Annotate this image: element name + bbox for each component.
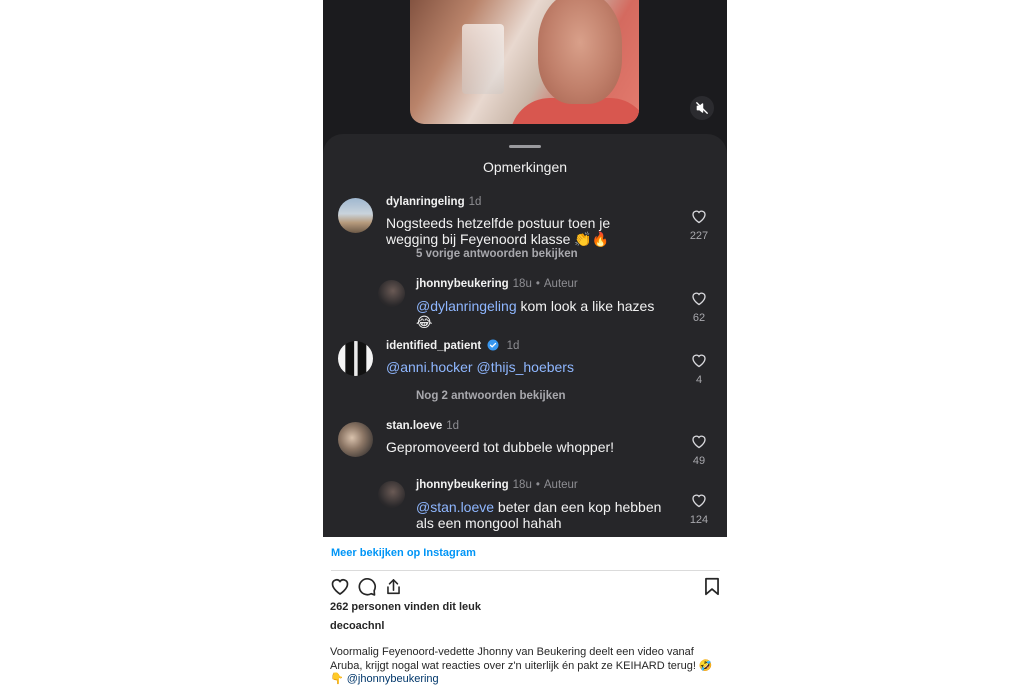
comment-username[interactable]: jhonnybeukering 18u • Auteur [416, 278, 578, 290]
drag-handle[interactable] [509, 145, 541, 148]
avatar[interactable] [338, 341, 373, 376]
view-replies-link[interactable]: 5 vorige antwoorden bekijken [416, 248, 578, 260]
comment-username[interactable]: jhonnybeukering 18u • Auteur [416, 479, 578, 491]
comment-text: @anni.hocker @thijs_hoebers [386, 359, 646, 375]
heart-icon[interactable] [691, 209, 707, 224]
comment-like[interactable]: 227 [684, 209, 714, 242]
comment-time: 18u [512, 479, 532, 491]
author-badge: Auteur [543, 479, 578, 491]
action-bar [330, 577, 722, 597]
share-icon[interactable] [384, 577, 403, 597]
comment-text: @stan.loeve beter dan een kop hebben als … [416, 499, 662, 531]
comment-username[interactable]: identified_patient 1d [386, 339, 519, 352]
comment-username[interactable]: dylanringeling 1d [386, 196, 481, 208]
post-author[interactable]: decoachnl [330, 620, 384, 632]
heart-icon[interactable] [691, 291, 707, 306]
caption-mention[interactable]: @jhonnybeukering [347, 673, 439, 685]
comment-text: @dylanringeling kom look a like hazes 😂 [416, 298, 655, 330]
face-figure [538, 0, 622, 104]
like-count: 227 [689, 230, 709, 242]
mention-link[interactable]: @dylanringeling [416, 298, 517, 314]
divider [331, 570, 720, 571]
heart-icon[interactable] [691, 434, 707, 449]
post-caption: Voormalig Feyenoord-vedette Jhonny van B… [330, 646, 713, 685]
like-count: 4 [695, 374, 703, 386]
comment-like[interactable]: 124 [684, 493, 714, 526]
mention-link[interactable]: @anni.hocker @thijs_hoebers [386, 359, 574, 375]
comment-like[interactable]: 62 [684, 291, 714, 324]
heart-icon[interactable] [691, 353, 707, 368]
author-badge: Auteur [543, 278, 578, 290]
avatar[interactable] [338, 422, 373, 457]
avatar[interactable] [378, 280, 405, 307]
comment-time: 1d [468, 196, 482, 208]
view-replies-link[interactable]: Nog 2 antwoorden bekijken [416, 390, 566, 402]
comments-sheet: Opmerkingen dylanringeling 1d Nogsteeds h… [323, 134, 727, 537]
comment-icon[interactable] [357, 577, 377, 597]
comment-text: Gepromoveerd tot dubbele whopper! [386, 439, 615, 455]
comment-time: 1d [446, 420, 460, 432]
view-on-instagram-link[interactable]: Meer bekijken op Instagram [331, 547, 476, 559]
sheet-title: Opmerkingen [482, 159, 568, 175]
heart-icon[interactable] [330, 577, 350, 596]
avatar[interactable] [338, 198, 373, 233]
like-count: 62 [692, 312, 706, 324]
video-preview[interactable] [410, 0, 639, 124]
likes-count[interactable]: 262 personen vinden dit leuk [330, 601, 481, 613]
like-count: 49 [692, 455, 706, 467]
verified-icon [487, 339, 499, 351]
avatar[interactable] [378, 481, 405, 508]
mention-link[interactable]: @stan.loeve [416, 499, 494, 515]
bookmark-icon[interactable] [704, 577, 720, 596]
instagram-embed: Opmerkingen dylanringeling 1d Nogsteeds h… [0, 0, 1033, 688]
reel-screenshot: Opmerkingen dylanringeling 1d Nogsteeds h… [323, 0, 727, 537]
mute-icon[interactable] [690, 96, 714, 120]
comment-time: 18u [512, 278, 532, 290]
glass-figure [462, 24, 504, 94]
comment-like[interactable]: 4 [684, 353, 714, 386]
comment-username[interactable]: stan.loeve 1d [386, 420, 459, 432]
comment-like[interactable]: 49 [684, 434, 714, 467]
like-count: 124 [689, 514, 709, 526]
comment-time: 1d [506, 340, 520, 352]
heart-icon[interactable] [691, 493, 707, 508]
comment-text: Nogsteeds hetzelfde postuur toen je wegg… [386, 215, 611, 247]
